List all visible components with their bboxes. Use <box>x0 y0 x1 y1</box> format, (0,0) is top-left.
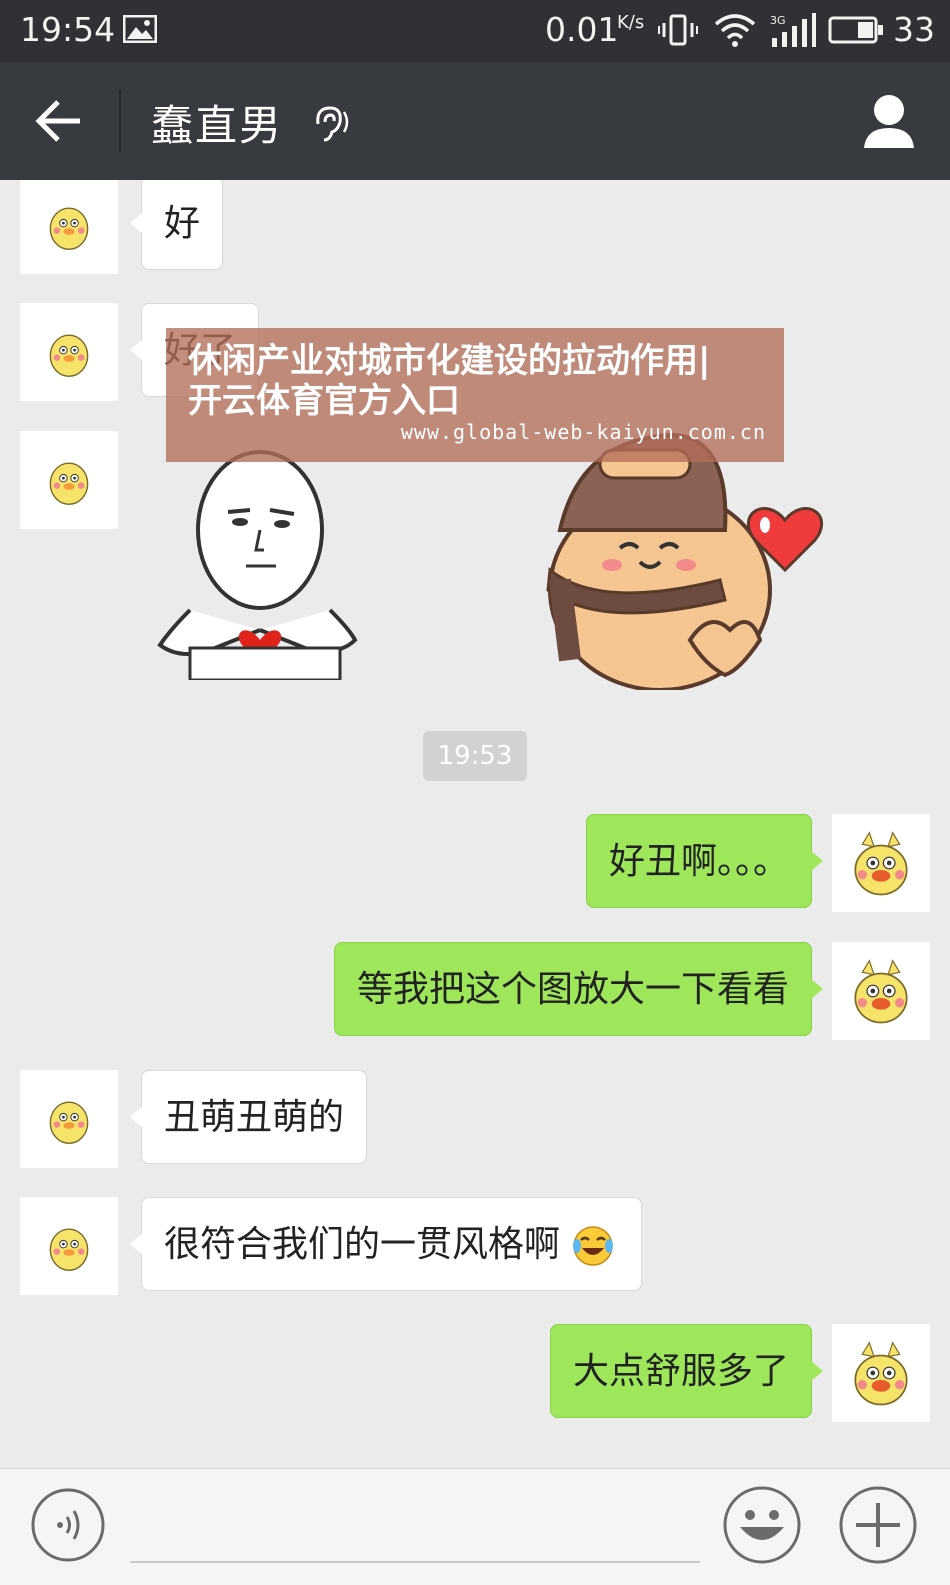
back-arrow-icon[interactable] <box>34 98 84 144</box>
chick-avatar-icon <box>854 959 908 1024</box>
message-bubble-received[interactable]: 好 <box>129 180 224 270</box>
message-text: 好 <box>164 203 201 244</box>
duck-avatar-icon <box>49 334 89 377</box>
message-bubble-sent[interactable]: 好丑啊。。。 <box>585 814 824 908</box>
wifi-icon <box>714 14 756 47</box>
contact-avatar[interactable] <box>20 180 118 274</box>
duck-avatar-icon <box>49 207 89 250</box>
net-speed: 0.01 <box>545 10 619 49</box>
input-bar <box>0 1468 950 1585</box>
message-text: 等我把这个图放大一下看看 <box>356 969 789 1010</box>
contact-avatar[interactable] <box>20 1070 118 1168</box>
my-avatar[interactable] <box>832 942 930 1040</box>
watermark-overlay: 休闲产业对城市化建设的拉动作用| 开云体育官方入口 www.global-web… <box>166 328 784 462</box>
message-text: 丑萌丑萌的 <box>164 1097 345 1138</box>
voice-input-icon[interactable] <box>30 1487 106 1563</box>
message-bubble-received[interactable]: 丑萌丑萌的 <box>129 1070 368 1164</box>
duck-avatar-icon <box>49 462 89 505</box>
status-bar: 19:54 0.01 K/s 3G 33 <box>0 0 950 62</box>
svg-text:3G: 3G <box>770 14 786 27</box>
message-text: 很符合我们的一贯风格啊 <box>164 1224 561 1265</box>
status-time: 19:54 <box>20 10 116 49</box>
contact-avatar[interactable] <box>20 1197 118 1295</box>
earpiece-icon <box>316 106 349 142</box>
chat-title-bar: 蠢直男 <box>0 62 950 180</box>
battery-percent: 33 <box>893 10 935 49</box>
duck-avatar-icon <box>49 1101 89 1144</box>
chick-avatar-icon <box>854 1341 908 1406</box>
net-speed-unit: K/s <box>617 12 645 33</box>
vibrate-icon <box>658 14 698 46</box>
message-input-field[interactable] <box>130 1561 700 1563</box>
watermark-line-2: 开云体育官方入口 <box>188 381 460 421</box>
contact-profile-icon[interactable] <box>862 92 916 150</box>
image-icon <box>123 15 157 43</box>
message-text: 好丑啊。。。 <box>608 841 789 882</box>
contact-avatar[interactable] <box>20 303 118 401</box>
title-divider <box>119 90 121 152</box>
3g-signal-icon: 3G <box>770 13 816 47</box>
plus-icon[interactable] <box>838 1485 918 1565</box>
emoji-icon[interactable] <box>722 1485 802 1565</box>
battery-icon <box>828 16 883 44</box>
message-text: 大点舒服多了 <box>572 1351 789 1392</box>
contact-avatar[interactable] <box>20 431 118 529</box>
watermark-url: www.global-web-kaiyun.com.cn <box>400 420 766 444</box>
message-timestamp: 19:53 <box>423 731 527 781</box>
chick-avatar-icon <box>854 831 908 896</box>
chat-message-list[interactable]: 好 好了 <box>0 180 950 1468</box>
my-avatar[interactable] <box>832 814 930 912</box>
duck-avatar-icon <box>49 1228 89 1271</box>
my-avatar[interactable] <box>832 1324 930 1422</box>
message-bubble-received[interactable]: 很符合我们的一贯风格啊 <box>129 1197 643 1291</box>
contact-name: 蠢直男 <box>151 101 284 150</box>
meme-face-heart-sticker[interactable] <box>150 450 370 680</box>
message-bubble-sent[interactable]: 等我把这个图放大一下看看 <box>333 942 824 1036</box>
message-bubble-sent[interactable]: 大点舒服多了 <box>549 1324 824 1418</box>
laughing-cry-emoji <box>573 1226 614 1266</box>
watermark-line-1: 休闲产业对城市化建设的拉动作用| <box>188 341 711 381</box>
